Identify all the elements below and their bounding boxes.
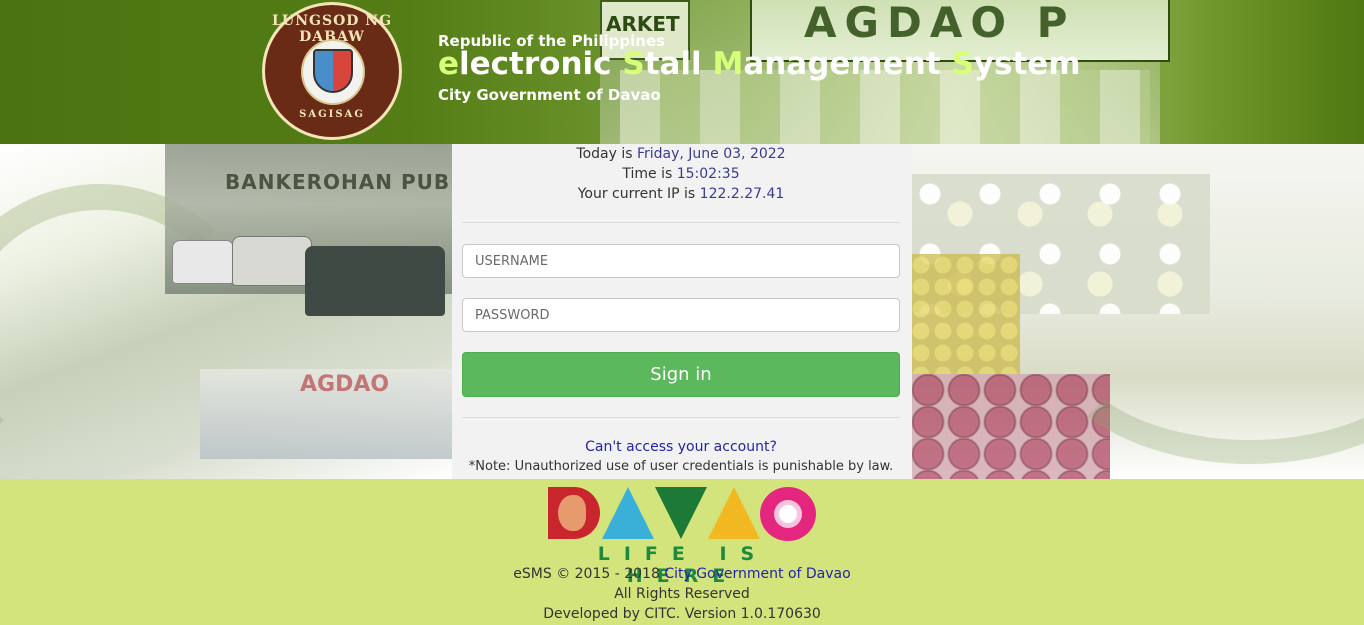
system-title: electronic Stall Management System [438,46,1081,82]
username-input[interactable] [462,244,900,278]
copyright-prefix: eSMS © 2015 - 2018 [513,566,665,582]
seal-text-bottom: SAGISAG [299,109,365,120]
title-initial: e [438,46,460,82]
flower-center [774,500,802,528]
city-government-label: City Government of Davao [438,86,661,104]
seal-inner [301,39,365,105]
yellow-flowers-photo [910,254,1020,374]
title-initial: M [712,46,744,82]
today-value: Friday, June 03, 2022 [636,146,786,162]
city-seal-icon: LUNGSOD NG DABAW SAGISAG [262,2,402,140]
today-line: Today is Friday, June 03, 2022 [452,144,910,164]
agdao-sign: AGDAO [300,372,390,397]
sign-in-button[interactable]: Sign in [462,352,900,397]
time-value: 15:02:35 [676,166,740,182]
session-info: Today is Friday, June 03, 2022 Time is 1… [452,144,910,204]
title-segment: tall [644,46,713,82]
unauthorized-note: *Note: Unauthorized use of user credenti… [468,459,894,474]
header-bg-sign-text: AGDAO P [804,0,1076,47]
time-line: Time is 15:02:35 [452,164,910,184]
city-government-link[interactable]: City Government of Davao [664,566,850,582]
bankerohan-sign: BANKEROHAN PUBL [225,170,464,194]
tribal-figure-icon [655,487,707,539]
divider [462,417,900,418]
durian-icon [708,487,760,539]
waling-waling-flower-icon [760,487,816,541]
ip-line: Your current IP is 122.2.27.41 [452,184,910,204]
login-panel: Today is Friday, June 03, 2022 Time is 1… [452,144,912,479]
today-label: Today is [576,146,637,162]
eagle-icon [558,495,586,531]
title-segment: ystem [973,46,1081,82]
divider [462,222,900,223]
title-initial: S [951,46,974,82]
ip-value: 122.2.27.41 [699,186,785,202]
cant-access-link[interactable]: Can't access your account? [452,439,910,455]
seal-shield-icon [313,49,353,93]
developed-line: Developed by CITC. Version 1.0.170630 [543,606,821,622]
time-label: Time is [622,166,677,182]
title-segment: anagement [743,46,952,82]
car-3 [305,246,445,316]
header-banner: ARKET AGDAO P LUNGSOD NG DABAW SAGISAG R… [0,0,1364,144]
davao-logo-icon [548,487,600,539]
car-2 [232,236,312,286]
rights-line: All Rights Reserved [614,586,750,602]
ip-label: Your current IP is [577,186,700,202]
password-input[interactable] [462,298,900,332]
copyright-line: eSMS © 2015 - 2018 City Government of Da… [0,566,1364,582]
mountain-icon [602,487,654,539]
car-1 [172,240,234,284]
title-segment: lectronic [459,46,623,82]
title-initial: S [622,46,645,82]
